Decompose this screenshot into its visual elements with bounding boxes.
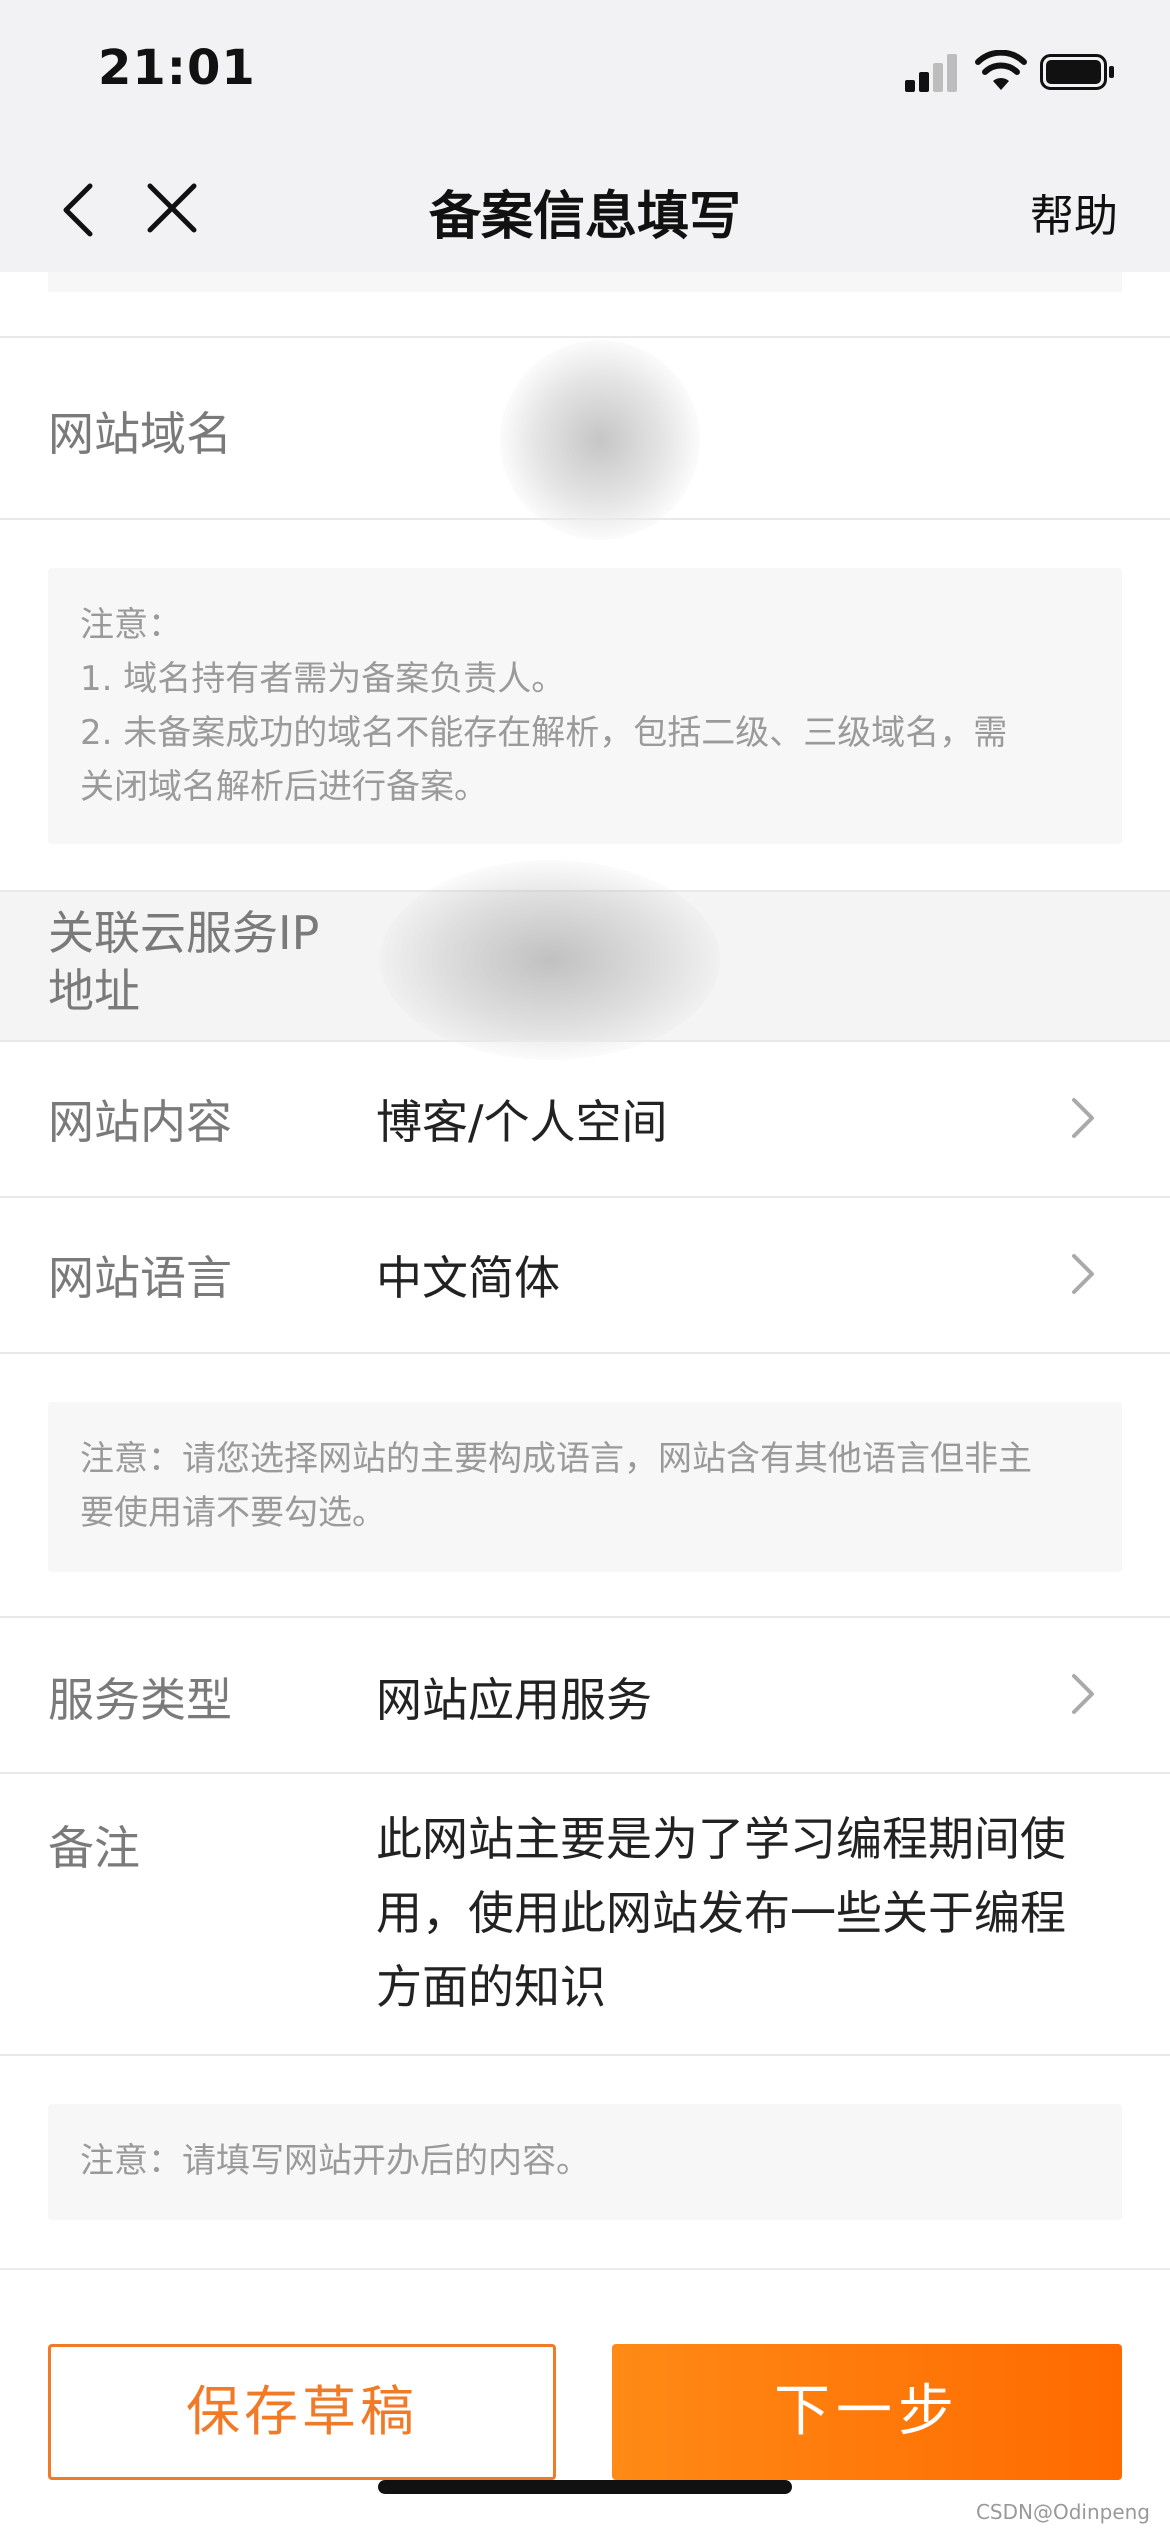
divider (0, 2054, 1170, 2056)
divider (0, 1352, 1170, 1354)
status-time: 21:01 (98, 40, 256, 96)
domain-label: 网站域名 (48, 407, 232, 461)
divider (0, 518, 1170, 520)
language-label: 网站语言 (48, 1251, 232, 1305)
service-type-value[interactable]: 网站应用服务 (376, 1664, 652, 1730)
home-indicator[interactable] (378, 2480, 792, 2494)
ip-label: 关联云服务IP 地址 (48, 906, 320, 1018)
content-value[interactable]: 博客/个人空间 (376, 1086, 668, 1152)
chevron-right-icon[interactable] (1068, 1252, 1098, 1296)
previous-notice-edge (48, 272, 1122, 292)
divider (0, 1196, 1170, 1198)
redacted-domain-smudge (500, 340, 700, 540)
divider (0, 1772, 1170, 1774)
redacted-ip-smudge (380, 860, 720, 1060)
status-bar: 21:01 (0, 0, 1170, 140)
watermark: CSDN@Odinpeng (975, 2500, 1150, 2524)
chevron-right-icon[interactable] (1068, 1672, 1098, 1716)
chevron-right-icon[interactable] (1068, 1096, 1098, 1140)
remark-textarea[interactable]: 此网站主要是为了学习编程期间使 用，使用此网站发布一些关于编程 方面的知识 (376, 1802, 1116, 2024)
cellular-signal-icon (905, 52, 961, 92)
domain-notice: 注意： 1. 域名持有者需为备案负责人。 2. 未备案成功的域名不能存在解析，包… (48, 568, 1122, 844)
nav-bar: 备案信息填写 帮助 (0, 140, 1170, 272)
divider (0, 336, 1170, 338)
remark-notice: 注意：请填写网站开办后的内容。 (48, 2104, 1122, 2220)
help-link[interactable]: 帮助 (1030, 180, 1118, 244)
battery-icon (1040, 54, 1114, 90)
language-notice: 注意：请您选择网站的主要构成语言，网站含有其他语言但非主 要使用请不要勾选。 (48, 1402, 1122, 1572)
divider (0, 1616, 1170, 1618)
content-label: 网站内容 (48, 1095, 232, 1149)
remark-label: 备注 (48, 1821, 140, 1875)
page-title: 备案信息填写 (428, 187, 741, 247)
language-value[interactable]: 中文简体 (376, 1242, 560, 1308)
service-type-label: 服务类型 (48, 1673, 232, 1727)
save-draft-button[interactable]: 保存草稿 (48, 2344, 556, 2480)
next-step-button[interactable]: 下一步 (612, 2344, 1122, 2480)
divider (0, 1040, 1170, 1042)
footer-bar: 保存草稿 下一步 (0, 2268, 1170, 2534)
wifi-icon (975, 50, 1027, 90)
